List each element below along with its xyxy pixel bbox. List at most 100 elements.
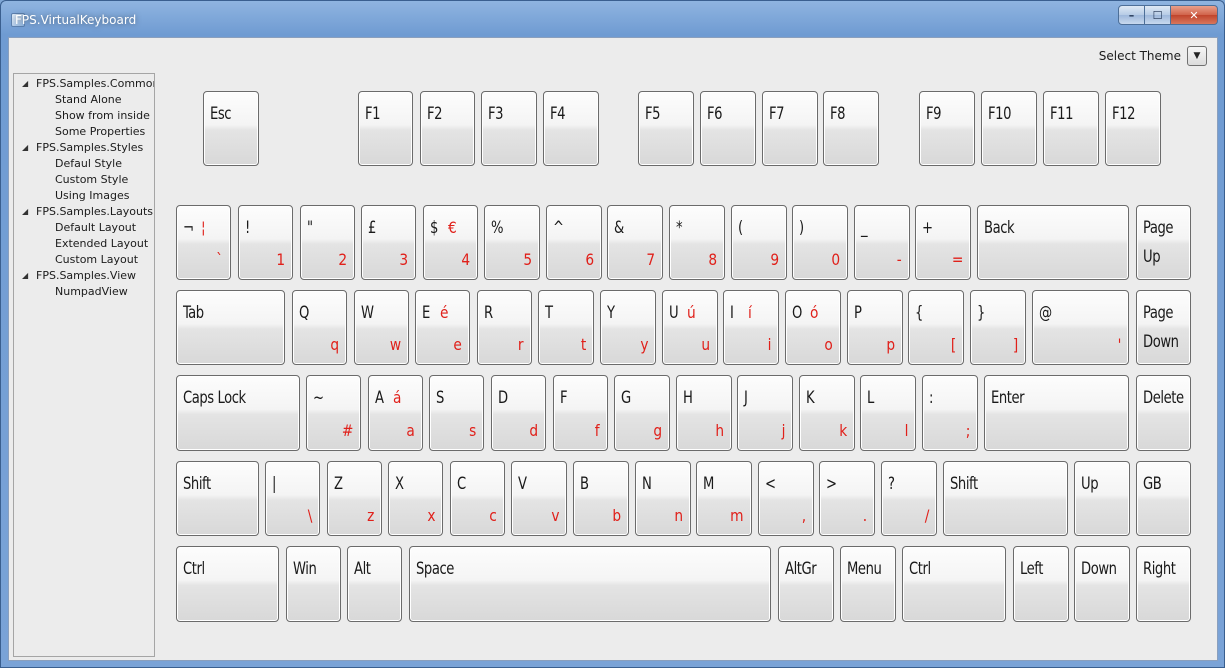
key-b[interactable]: Bb xyxy=(573,461,629,536)
key-symbol[interactable]: @ ' xyxy=(1032,290,1129,365)
expand-arrow-icon[interactable]: ◢ xyxy=(22,204,28,220)
minimize-button[interactable]: – xyxy=(1118,5,1145,25)
key-right[interactable]: Right xyxy=(1136,546,1191,622)
key-shift[interactable]: Shift xyxy=(943,461,1068,536)
tree-node-child[interactable]: Extended Layout xyxy=(14,236,154,252)
title-bar[interactable]: FPS.VirtualKeyboard – ☐ ✕ xyxy=(1,1,1224,37)
key-symbol[interactable]: :; xyxy=(922,375,978,451)
key-enter[interactable]: Enter xyxy=(984,375,1129,451)
key-h[interactable]: Hh xyxy=(676,375,732,451)
tree-node-child[interactable]: Show from inside xyxy=(14,108,154,124)
key-f3[interactable]: F3 xyxy=(481,91,537,166)
key-o[interactable]: Oóo xyxy=(785,290,841,365)
key-symbol[interactable]: & 7 xyxy=(607,205,663,280)
key-v[interactable]: Vv xyxy=(511,461,567,536)
key-g[interactable]: Gg xyxy=(614,375,670,451)
key-symbol[interactable]: {[ xyxy=(908,290,964,365)
key-m[interactable]: Mm xyxy=(696,461,752,536)
key-f2[interactable]: F2 xyxy=(420,91,475,166)
key-f10[interactable]: F10 xyxy=(981,91,1037,166)
key-symbol[interactable]: ^ 6 xyxy=(546,205,602,280)
tree-node-child[interactable]: Custom Style xyxy=(14,172,154,188)
key-j[interactable]: Jj xyxy=(737,375,793,451)
tree-node-parent[interactable]: ◢ FPS.Samples.Styles xyxy=(14,140,154,156)
key-shift[interactable]: Shift xyxy=(176,461,259,536)
tree-node-child[interactable]: Defaul Style xyxy=(14,156,154,172)
key-ctrl[interactable]: Ctrl xyxy=(176,546,279,622)
key-tab[interactable]: Tab xyxy=(176,290,285,365)
key-symbol[interactable]: >. xyxy=(819,461,875,536)
key-f[interactable]: Ff xyxy=(553,375,608,451)
key-gb[interactable]: GB xyxy=(1136,461,1191,536)
key-k[interactable]: Kk xyxy=(799,375,855,451)
key-up[interactable]: Up xyxy=(1074,461,1130,536)
key-i[interactable]: Iíi xyxy=(723,290,779,365)
tree-node-parent[interactable]: ◢ FPS.Samples.Common xyxy=(14,76,154,92)
key-left[interactable]: Left xyxy=(1013,546,1069,622)
theme-dropdown-button[interactable]: ▼ xyxy=(1187,46,1207,66)
key-page[interactable]: Page Down xyxy=(1136,290,1191,365)
key-symbol[interactable]: % 5 xyxy=(484,205,540,280)
maximize-button[interactable]: ☐ xyxy=(1145,5,1171,25)
key-symbol[interactable]: | \ xyxy=(265,461,320,536)
key-symbol[interactable]: $ €4 xyxy=(423,205,478,280)
key-s[interactable]: Ss xyxy=(429,375,484,451)
key-w[interactable]: Ww xyxy=(354,290,409,365)
key-t[interactable]: Tt xyxy=(538,290,594,365)
key-symbol[interactable]: ! 1 xyxy=(238,205,293,280)
key-symbol[interactable]: }] xyxy=(970,290,1026,365)
key-f1[interactable]: F1 xyxy=(358,91,413,166)
key-delete[interactable]: Delete xyxy=(1136,375,1191,451)
key-space[interactable]: Space xyxy=(409,546,771,622)
key-symbol[interactable]: ? / xyxy=(881,461,937,536)
key-f6[interactable]: F6 xyxy=(700,91,756,166)
key-symbol[interactable]: ) 0 xyxy=(792,205,848,280)
key-symbol[interactable]: " 2 xyxy=(300,205,355,280)
key-down[interactable]: Down xyxy=(1074,546,1130,622)
close-button[interactable]: ✕ xyxy=(1171,5,1218,25)
key-z[interactable]: Zz xyxy=(327,461,382,536)
key-symbol[interactable]: + = xyxy=(915,205,971,280)
key-symbol[interactable]: * 8 xyxy=(669,205,725,280)
key-back[interactable]: Back xyxy=(977,205,1129,280)
key-f5[interactable]: F5 xyxy=(638,91,694,166)
key-n[interactable]: Nn xyxy=(635,461,691,536)
key-symbol[interactable]: ~ # xyxy=(306,375,361,451)
key-l[interactable]: Ll xyxy=(860,375,916,451)
key-q[interactable]: Qq xyxy=(292,290,347,365)
key-page[interactable]: Page Up xyxy=(1136,205,1191,280)
tree-node-parent[interactable]: ◢ FPS.Samples.View xyxy=(14,268,154,284)
tree-node-child[interactable]: Default Layout xyxy=(14,220,154,236)
key-alt[interactable]: Alt xyxy=(347,546,402,622)
key-e[interactable]: Eée xyxy=(415,290,470,365)
expand-arrow-icon[interactable]: ◢ xyxy=(22,268,28,284)
tree-node-child[interactable]: Some Properties xyxy=(14,124,154,140)
key-r[interactable]: Rr xyxy=(477,290,532,365)
key-caps-lock[interactable]: Caps Lock xyxy=(176,375,300,451)
key-y[interactable]: Yy xyxy=(600,290,656,365)
key-ctrl[interactable]: Ctrl xyxy=(902,546,1006,622)
expand-arrow-icon[interactable]: ◢ xyxy=(22,140,28,156)
key-f11[interactable]: F11 xyxy=(1043,91,1099,166)
key-symbol[interactable]: _ - xyxy=(854,205,910,280)
key-f7[interactable]: F7 xyxy=(762,91,818,166)
tree-node-child[interactable]: Custom Layout xyxy=(14,252,154,268)
key-menu[interactable]: Menu xyxy=(840,546,896,622)
key-p[interactable]: Pp xyxy=(847,290,903,365)
key-a[interactable]: Aáa xyxy=(368,375,423,451)
key-win[interactable]: Win xyxy=(286,546,341,622)
key-symbol[interactable]: <, xyxy=(758,461,814,536)
key-u[interactable]: Uúu xyxy=(662,290,718,365)
key-c[interactable]: Cc xyxy=(450,461,505,536)
key-f4[interactable]: F4 xyxy=(543,91,599,166)
key-esc[interactable]: Esc xyxy=(203,91,259,166)
tree-node-child[interactable]: NumpadView xyxy=(14,284,154,300)
key-x[interactable]: Xx xyxy=(388,461,443,536)
key-f9[interactable]: F9 xyxy=(919,91,975,166)
tree-node-child[interactable]: Stand Alone xyxy=(14,92,154,108)
key-altgr[interactable]: AltGr xyxy=(778,546,834,622)
key-symbol[interactable]: ¬ ¦ ` xyxy=(176,205,231,280)
expand-arrow-icon[interactable]: ◢ xyxy=(22,76,28,92)
key-symbol[interactable]: (9 xyxy=(731,205,787,280)
tree-node-parent[interactable]: ◢ FPS.Samples.Layouts xyxy=(14,204,154,220)
